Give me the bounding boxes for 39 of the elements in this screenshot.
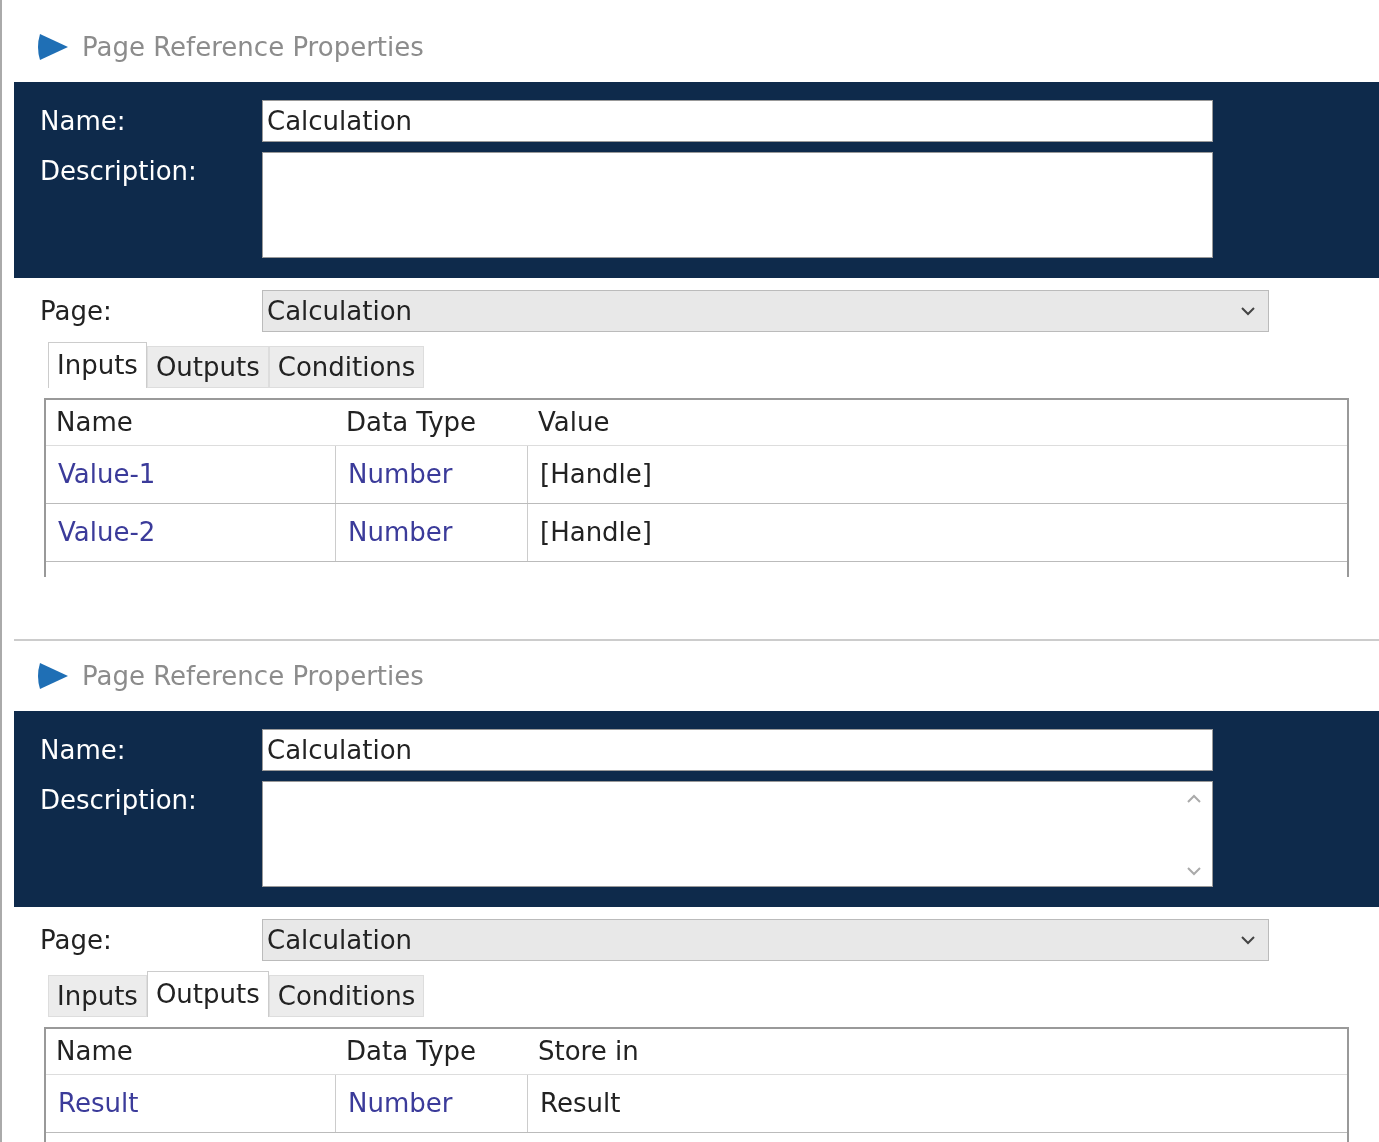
table-cell: Result (46, 1075, 336, 1132)
column-header: Name (55, 406, 134, 439)
table-cell: Number (336, 446, 528, 503)
table-cell: Value-1 (46, 446, 336, 503)
table-cell-text: [Handle] (539, 458, 653, 491)
table-cell: Value-2 (46, 504, 336, 561)
chevron-down-icon (1240, 935, 1256, 945)
window-title: Page Reference Properties (82, 659, 424, 693)
column-header: Data Type (345, 1035, 478, 1068)
name-field[interactable]: Calculation (262, 729, 1213, 771)
window-title: Page Reference Properties (82, 30, 424, 64)
column-header: Data Type (345, 406, 478, 439)
table-cell-text: Result (539, 1087, 622, 1120)
table-cell: Number (336, 504, 528, 561)
page-label: Page: (40, 294, 113, 328)
page-dropdown[interactable]: Calculation (262, 919, 1269, 961)
column-header: Value (537, 406, 611, 439)
description-field[interactable] (262, 152, 1213, 258)
name-field[interactable]: Calculation (262, 100, 1213, 142)
tab[interactable]: Conditions (268, 346, 425, 388)
tab[interactable]: Inputs (48, 342, 147, 388)
chevron-down-icon (1240, 306, 1256, 316)
app-logo-icon (36, 32, 70, 62)
tab[interactable]: Inputs (48, 975, 147, 1017)
app-logo-icon (36, 661, 70, 691)
description-label: Description: (40, 784, 198, 817)
name-label: Name: (40, 733, 127, 767)
table-cell: Number (336, 1075, 528, 1132)
tab[interactable]: Outputs (146, 971, 269, 1017)
column-header: Store in (537, 1035, 640, 1068)
tab[interactable]: Outputs (146, 346, 269, 388)
page-dropdown[interactable]: Calculation (262, 290, 1269, 332)
name-label: Name: (40, 104, 127, 138)
column-header: Name (55, 1035, 134, 1068)
description-field[interactable] (262, 781, 1213, 887)
tab[interactable]: Conditions (268, 975, 425, 1017)
description-label: Description: (40, 155, 198, 188)
page-label: Page: (40, 923, 113, 957)
table-cell-text: [Handle] (539, 516, 653, 549)
